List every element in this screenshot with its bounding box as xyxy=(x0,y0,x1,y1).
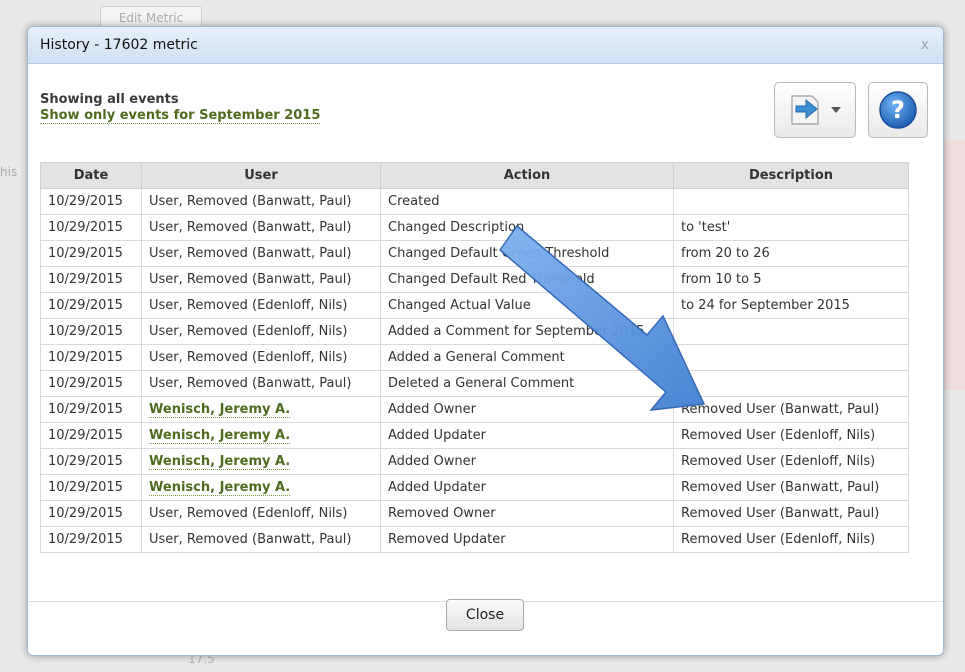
cell-date: 10/29/2015 xyxy=(40,396,142,423)
cell-description xyxy=(673,188,909,215)
dialog-title: History - 17602 metric xyxy=(40,37,198,53)
showing-label: Showing all events xyxy=(40,92,179,107)
cell-action: Added a Comment for September 2015 xyxy=(380,318,674,345)
export-button[interactable] xyxy=(774,82,856,138)
table-row: 10/29/2015 User, Removed (Edenloff, Nils)… xyxy=(40,318,909,345)
cell-action: Changed Default Green Threshold xyxy=(380,240,674,267)
table-row: 10/29/2015 User, Removed (Edenloff, Nils)… xyxy=(40,500,909,527)
cell-user: Wenisch, Jeremy A. xyxy=(141,448,381,475)
table-row: 10/29/2015 User, Removed (Banwatt, Paul) C… xyxy=(40,214,909,241)
cell-date: 10/29/2015 xyxy=(40,448,142,475)
cell-description: from 10 to 5 xyxy=(673,266,909,293)
cell-action: Added Updater xyxy=(380,474,674,501)
column-header-description[interactable]: Description xyxy=(673,162,909,189)
cell-user: User, Removed (Banwatt, Paul) xyxy=(141,266,381,293)
cell-date: 10/29/2015 xyxy=(40,370,142,397)
table-row: 10/29/2015 User, Removed (Banwatt, Paul) R… xyxy=(40,526,909,553)
cell-description: Removed User (Edenloff, Nils) xyxy=(673,526,909,553)
table-row: 10/29/2015 User, Removed (Banwatt, Paul) C… xyxy=(40,240,909,267)
help-question-icon: ? xyxy=(879,91,917,129)
table-row: 10/29/2015 Wenisch, Jeremy A. Added Update… xyxy=(40,474,909,501)
user-link[interactable]: Wenisch, Jeremy A. xyxy=(149,480,291,496)
cell-action: Added a General Comment xyxy=(380,344,674,371)
history-dialog: History - 17602 metric x Showing all eve… xyxy=(27,26,944,656)
cell-date: 10/29/2015 xyxy=(40,266,142,293)
cell-user: User, Removed (Edenloff, Nils) xyxy=(141,318,381,345)
cell-user: Wenisch, Jeremy A. xyxy=(141,422,381,449)
cell-description xyxy=(673,318,909,345)
cell-description: Removed User (Edenloff, Nils) xyxy=(673,448,909,475)
cell-user: User, Removed (Banwatt, Paul) xyxy=(141,526,381,553)
cell-action: Added Updater xyxy=(380,422,674,449)
cell-description: Removed User (Banwatt, Paul) xyxy=(673,474,909,501)
cell-description: Removed User (Edenloff, Nils) xyxy=(673,422,909,449)
cell-date: 10/29/2015 xyxy=(40,318,142,345)
cell-user: Wenisch, Jeremy A. xyxy=(141,396,381,423)
cell-date: 10/29/2015 xyxy=(40,422,142,449)
svg-text:?: ? xyxy=(891,96,905,124)
cell-date: 10/29/2015 xyxy=(40,474,142,501)
cell-user: User, Removed (Edenloff, Nils) xyxy=(141,344,381,371)
background-text: his xyxy=(0,165,18,179)
cell-action: Removed Owner xyxy=(380,500,674,527)
table-header-row: Date User Action Description xyxy=(40,162,909,189)
event-filter: Showing all events Show only events for … xyxy=(40,92,321,124)
column-header-date[interactable]: Date xyxy=(40,162,142,189)
table-row: 10/29/2015 User, Removed (Edenloff, Nils)… xyxy=(40,292,909,319)
cell-user: User, Removed (Edenloff, Nils) xyxy=(141,500,381,527)
cell-date: 10/29/2015 xyxy=(40,344,142,371)
cell-user: User, Removed (Edenloff, Nils) xyxy=(141,292,381,319)
table-row: 10/29/2015 Wenisch, Jeremy A. Added Owner R… xyxy=(40,448,909,475)
cell-date: 10/29/2015 xyxy=(40,500,142,527)
cell-description xyxy=(673,370,909,397)
cell-user: User, Removed (Banwatt, Paul) xyxy=(141,370,381,397)
table-row: 10/29/2015 Wenisch, Jeremy A. Added Owner R… xyxy=(40,396,909,423)
background-chart-region xyxy=(943,140,965,390)
cell-action: Deleted a General Comment xyxy=(380,370,674,397)
cell-description: from 20 to 26 xyxy=(673,240,909,267)
user-link[interactable]: Wenisch, Jeremy A. xyxy=(149,428,291,444)
table-row: 10/29/2015 User, Removed (Edenloff, Nils)… xyxy=(40,344,909,371)
cell-action: Changed Description xyxy=(380,214,674,241)
user-link[interactable]: Wenisch, Jeremy A. xyxy=(149,402,291,418)
column-header-user[interactable]: User xyxy=(141,162,381,189)
cell-date: 10/29/2015 xyxy=(40,214,142,241)
history-table: Date User Action Description 10/29/2015 U… xyxy=(40,162,909,553)
help-button[interactable]: ? xyxy=(868,82,928,138)
cell-description: to 24 for September 2015 xyxy=(673,292,909,319)
dialog-titlebar: History - 17602 metric x xyxy=(28,27,943,64)
cell-date: 10/29/2015 xyxy=(40,188,142,215)
user-link[interactable]: Wenisch, Jeremy A. xyxy=(149,454,291,470)
history-table-body: 10/29/2015 User, Removed (Banwatt, Paul) C… xyxy=(40,188,909,553)
cell-action: Changed Actual Value xyxy=(380,292,674,319)
cell-description: Removed User (Banwatt, Paul) xyxy=(673,396,909,423)
cell-date: 10/29/2015 xyxy=(40,292,142,319)
cell-user: User, Removed (Banwatt, Paul) xyxy=(141,188,381,215)
dialog-content: Showing all events Show only events for … xyxy=(28,64,943,602)
table-row: 10/29/2015 User, Removed (Banwatt, Paul) C… xyxy=(40,188,909,215)
cell-description xyxy=(673,344,909,371)
cell-description: Removed User (Banwatt, Paul) xyxy=(673,500,909,527)
cell-action: Created xyxy=(380,188,674,215)
table-row: 10/29/2015 User, Removed (Banwatt, Paul) C… xyxy=(40,266,909,293)
table-row: 10/29/2015 Wenisch, Jeremy A. Added Update… xyxy=(40,422,909,449)
cell-date: 10/29/2015 xyxy=(40,526,142,553)
close-icon[interactable]: x xyxy=(921,27,929,63)
cell-action: Added Owner xyxy=(380,396,674,423)
cell-action: Removed Updater xyxy=(380,526,674,553)
filter-month-link[interactable]: Show only events for September 2015 xyxy=(40,108,321,124)
cell-action: Changed Default Red Threshold xyxy=(380,266,674,293)
cell-user: Wenisch, Jeremy A. xyxy=(141,474,381,501)
cell-user: User, Removed (Banwatt, Paul) xyxy=(141,214,381,241)
cell-user: User, Removed (Banwatt, Paul) xyxy=(141,240,381,267)
cell-action: Added Owner xyxy=(380,448,674,475)
export-arrow-icon xyxy=(791,95,819,125)
cell-date: 10/29/2015 xyxy=(40,240,142,267)
table-row: 10/29/2015 User, Removed (Banwatt, Paul) D… xyxy=(40,370,909,397)
close-button[interactable]: Close xyxy=(446,599,524,631)
column-header-action[interactable]: Action xyxy=(380,162,674,189)
cell-description: to 'test' xyxy=(673,214,909,241)
chevron-down-icon xyxy=(831,107,841,113)
